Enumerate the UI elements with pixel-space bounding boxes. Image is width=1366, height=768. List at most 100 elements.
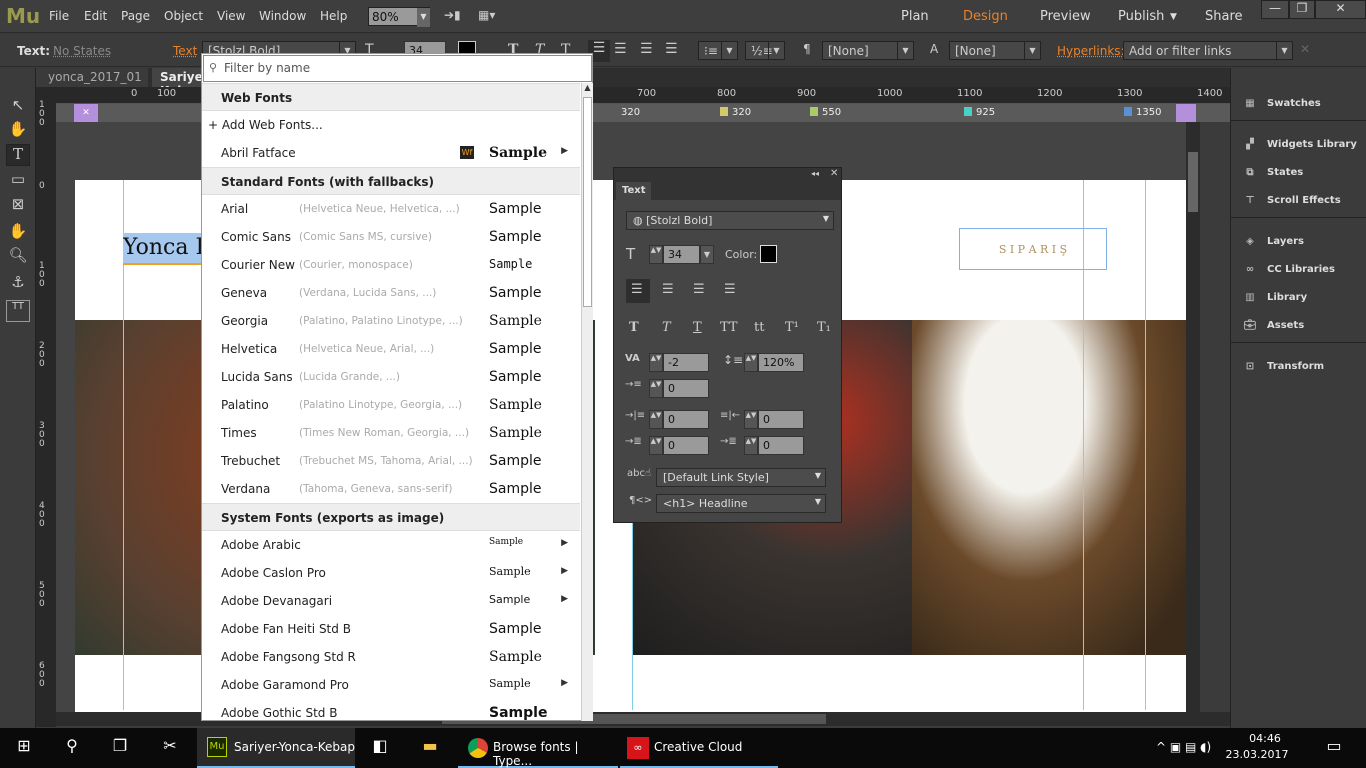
selection-tool-icon[interactable]: ↖ bbox=[6, 96, 30, 118]
font-item[interactable]: Abril Fatface Wf Sample ▶ bbox=[202, 139, 580, 167]
font-item[interactable]: Lucida Sans (Lucida Grande, ...) Sample bbox=[202, 363, 580, 391]
bullet-list-button[interactable]: ⁝≡ ▼ bbox=[698, 41, 738, 60]
font-item[interactable]: Verdana (Tahoma, Geneva, sans-serif) Sampl… bbox=[202, 475, 580, 503]
first-indent-input[interactable]: 0 bbox=[663, 379, 709, 398]
minimize-button[interactable]: — bbox=[1261, 0, 1289, 19]
numbered-list-button[interactable]: ½≡ ▼ bbox=[745, 41, 785, 60]
panel-cc-libraries[interactable]: ∞ CC Libraries bbox=[1241, 264, 1335, 275]
breakpoint-max[interactable] bbox=[1176, 104, 1196, 122]
space-after-stepper[interactable]: ▲▼ bbox=[744, 436, 758, 455]
first-indent-stepper[interactable]: ▲▼ bbox=[649, 379, 663, 398]
panel-size-input[interactable]: 34 bbox=[663, 245, 700, 264]
text-tool-icon[interactable]: T bbox=[6, 144, 30, 166]
task-view-icon[interactable]: ❐ bbox=[108, 736, 132, 760]
hyperlinks-label[interactable]: Hyperlinks: bbox=[1057, 44, 1125, 58]
menu-page[interactable]: Page bbox=[121, 9, 150, 23]
left-indent-input[interactable]: 0 bbox=[663, 410, 709, 429]
tracking-stepper[interactable]: ▲▼ bbox=[649, 353, 663, 372]
panel-swatches[interactable]: ▦ Swatches bbox=[1241, 98, 1320, 109]
rectangle-tool-icon[interactable]: ▭ bbox=[6, 170, 30, 192]
menu-window[interactable]: Window bbox=[259, 9, 306, 23]
anchor-icon[interactable]: ⚓︎ bbox=[6, 273, 30, 295]
taskbar-app-chrome[interactable]: Browse fonts | Type... bbox=[458, 728, 618, 768]
menu-help[interactable]: Help bbox=[320, 9, 347, 23]
italic-button[interactable]: T bbox=[662, 320, 671, 335]
font-item[interactable]: Arial (Helvetica Neue, Helvetica, ...) Sam… bbox=[202, 195, 580, 223]
panel-transform[interactable]: ⊡ Transform bbox=[1241, 361, 1324, 372]
page-goto-icon[interactable]: ➔▮ bbox=[444, 8, 461, 22]
text-frame-tool-icon[interactable]: TT bbox=[6, 300, 30, 322]
hyperlinks-dropdown[interactable]: Add or filter links ▼ bbox=[1123, 41, 1293, 60]
link-style-dropdown[interactable]: [Default Link Style] ▼ bbox=[656, 468, 826, 487]
submenu-chevron-icon[interactable]: ▶ bbox=[561, 678, 568, 688]
breakpoint-min[interactable]: ✕ bbox=[74, 104, 98, 122]
justify-icon[interactable]: ☰ bbox=[665, 41, 678, 57]
action-center-icon[interactable]: ▭ bbox=[1322, 736, 1346, 760]
mode-plan[interactable]: Plan bbox=[901, 9, 929, 24]
space-before-input[interactable]: 0 bbox=[663, 436, 709, 455]
tab-yonca-2017-01[interactable]: yonca_2017_01 ✕ bbox=[40, 68, 148, 98]
font-item[interactable]: Times (Times New Roman, Georgia, ...) Samp… bbox=[202, 419, 580, 447]
superscript-button[interactable]: T¹ bbox=[785, 320, 799, 335]
underline-button[interactable]: T bbox=[693, 320, 702, 335]
font-filter-input[interactable]: ⚲ Filter by name bbox=[203, 55, 592, 82]
scrollbar-thumb[interactable] bbox=[583, 97, 592, 307]
hand-tool-icon[interactable]: ✋ bbox=[6, 222, 30, 244]
states-link[interactable]: No States bbox=[53, 44, 111, 58]
order-button[interactable]: S I P A R I Ş bbox=[959, 228, 1107, 270]
mode-share[interactable]: Share bbox=[1205, 9, 1243, 24]
scroll-up-icon[interactable]: ▲ bbox=[582, 83, 593, 92]
windows-start-icon[interactable]: ⊞ bbox=[12, 736, 36, 760]
taskbar-app-creative-cloud[interactable]: ∞ Creative Cloud bbox=[620, 728, 778, 768]
font-item[interactable]: Adobe Fan Heiti Std B Sample bbox=[202, 615, 580, 643]
font-item[interactable]: Trebuchet (Trebuchet MS, Tahoma, Arial, .… bbox=[202, 447, 580, 475]
font-item[interactable]: Adobe Fangsong Std R Sample bbox=[202, 643, 580, 671]
restore-button[interactable]: ❐ bbox=[1289, 0, 1315, 19]
leading-stepper[interactable]: ▲▼ bbox=[744, 353, 758, 372]
text-panel-link[interactable]: Text bbox=[173, 44, 197, 58]
font-item[interactable]: Courier New (Courier, monospace) Sample bbox=[202, 251, 580, 279]
file-explorer-icon[interactable]: ▬ bbox=[418, 736, 442, 760]
panel-header[interactable] bbox=[614, 168, 841, 182]
submenu-chevron-icon[interactable]: ▶ bbox=[561, 538, 568, 548]
submenu-chevron-icon[interactable]: ▶ bbox=[561, 146, 568, 156]
zoom-dropdown-arrow[interactable]: ▼ bbox=[417, 8, 430, 27]
small-caps-button[interactable]: tt bbox=[754, 320, 764, 335]
mode-publish[interactable]: Publish bbox=[1118, 9, 1164, 24]
tracking-input[interactable]: -2 bbox=[663, 353, 709, 372]
font-item[interactable]: Palatino (Palatino Linotype, Georgia, ...… bbox=[202, 391, 580, 419]
left-indent-stepper[interactable]: ▲▼ bbox=[649, 410, 663, 429]
taskbar-app-muse[interactable]: Mu Sariyer-Yonca-Kebap bbox=[197, 728, 355, 768]
subscript-button[interactable]: T₁ bbox=[817, 320, 831, 335]
add-web-fonts-item[interactable]: + Add Web Fonts... bbox=[202, 111, 580, 139]
panel-scroll-effects[interactable]: ⊤ Scroll Effects bbox=[1241, 195, 1340, 206]
notes-app-icon[interactable]: ◧ bbox=[368, 736, 392, 760]
panel-assets[interactable]: 💼︎ Assets bbox=[1241, 320, 1305, 331]
character-style-dropdown[interactable]: [None] ▼ bbox=[949, 41, 1041, 60]
font-item[interactable]: Helvetica (Helvetica Neue, Arial, ...) Sam… bbox=[202, 335, 580, 363]
breakpoint-550[interactable]: 550 bbox=[810, 107, 841, 118]
paint-app-icon[interactable]: ✂ bbox=[158, 736, 182, 760]
menu-view[interactable]: View bbox=[217, 9, 245, 23]
breakpoint-925[interactable]: 925 bbox=[964, 107, 995, 118]
size-stepper[interactable]: ▲▼ bbox=[649, 245, 663, 264]
panel-color-swatch[interactable] bbox=[760, 245, 777, 263]
tab-text[interactable]: Text bbox=[616, 182, 651, 200]
scrollbar-thumb[interactable] bbox=[1188, 152, 1198, 212]
panel-font-dropdown[interactable]: ◍ [Stolzl Bold] ▼ bbox=[626, 211, 834, 230]
frame-tool-icon[interactable]: ⊠ bbox=[6, 195, 30, 217]
size-dropdown[interactable]: ▼ bbox=[700, 245, 714, 264]
html-tag-dropdown[interactable]: <h1> Headline ▼ bbox=[656, 494, 826, 513]
bold-button[interactable]: T bbox=[629, 320, 639, 335]
close-window-button[interactable]: ✕ bbox=[1315, 0, 1366, 19]
clock-date[interactable]: 23.03.2017 bbox=[1225, 748, 1289, 761]
paragraph-style-dropdown[interactable]: [None] ▼ bbox=[822, 41, 914, 60]
right-indent-stepper[interactable]: ▲▼ bbox=[744, 410, 758, 429]
font-item[interactable]: Georgia (Palatino, Palatino Linotype, ...… bbox=[202, 307, 580, 335]
submenu-chevron-icon[interactable]: ▶ bbox=[561, 594, 568, 604]
font-item[interactable]: Adobe Arabic Sample ▶ bbox=[202, 531, 580, 559]
justify-icon[interactable]: ☰ bbox=[724, 282, 736, 297]
breakpoint-label[interactable]: 320 bbox=[621, 107, 640, 118]
collapse-icon[interactable]: ◂◂ bbox=[811, 169, 819, 178]
all-caps-button[interactable]: TT bbox=[720, 320, 738, 335]
